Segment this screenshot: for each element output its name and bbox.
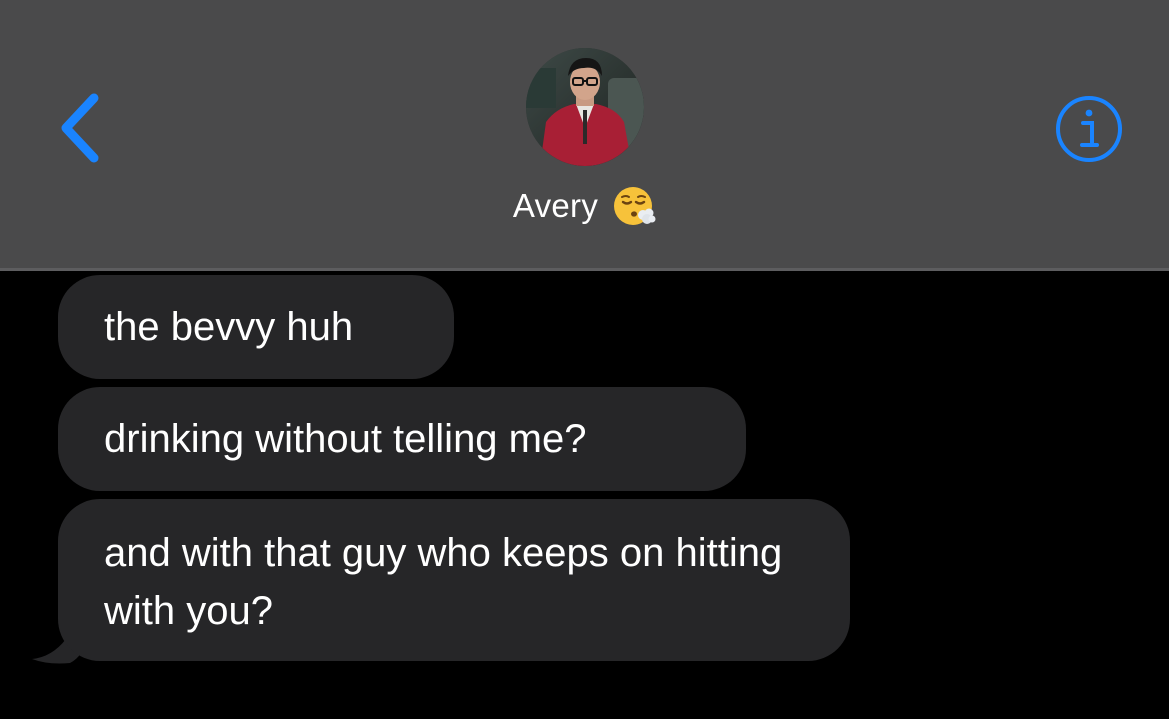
info-button[interactable] bbox=[1054, 94, 1124, 164]
back-button[interactable] bbox=[50, 88, 110, 168]
face-exhaling-emoji-icon bbox=[614, 187, 656, 225]
message-bubble[interactable]: drinking without telling me? bbox=[58, 387, 746, 491]
messages-screen: Avery the bevvy huh drinking without tel… bbox=[0, 0, 1169, 719]
conversation-header: Avery bbox=[0, 0, 1169, 271]
contact-photo bbox=[526, 48, 644, 166]
contact-name-row[interactable]: Avery bbox=[0, 180, 1169, 232]
chevron-left-icon bbox=[61, 93, 99, 163]
contact-avatar[interactable] bbox=[526, 48, 644, 166]
message-bubble[interactable]: and with that guy who keeps on hitting w… bbox=[58, 499, 850, 661]
info-circle-icon bbox=[1056, 96, 1122, 162]
message-list: the bevvy huh drinking without telling m… bbox=[0, 271, 1169, 719]
message-bubble[interactable]: the bevvy huh bbox=[58, 275, 454, 379]
contact-name: Avery bbox=[512, 187, 599, 224]
message-text: and with that guy who keeps on hitting w… bbox=[104, 531, 783, 633]
